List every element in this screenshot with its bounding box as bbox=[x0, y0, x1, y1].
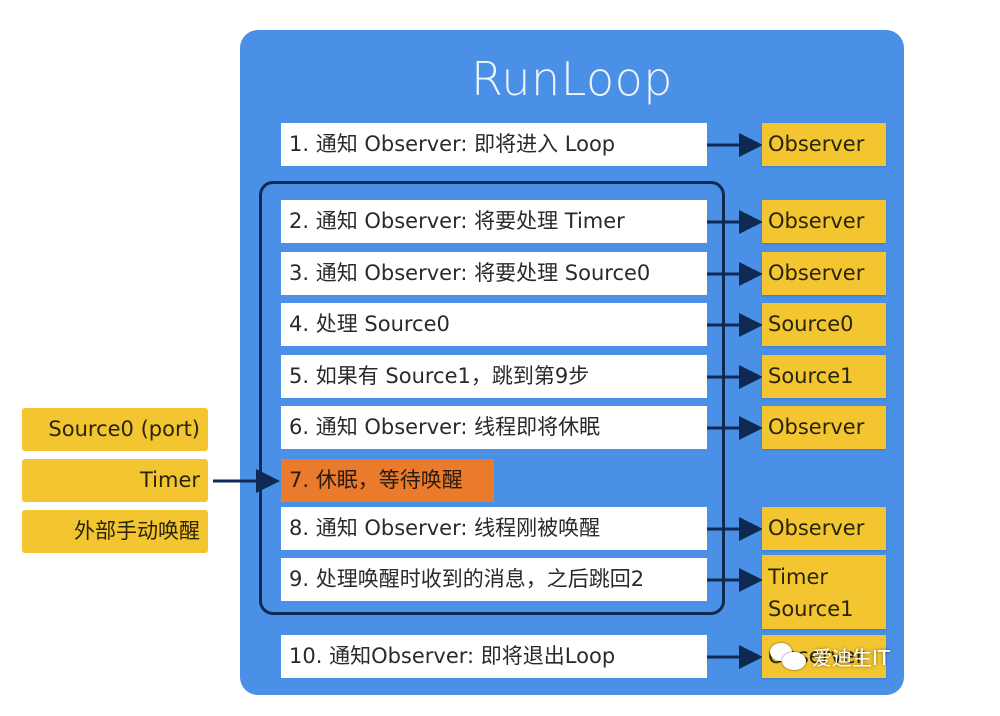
tag-step-9-line-1: Timer bbox=[768, 565, 829, 589]
step-2: 2. 通知 Observer: 将要处理 Timer bbox=[281, 200, 707, 243]
wake-source-port: Source0 (port) bbox=[22, 408, 208, 451]
step-6: 6. 通知 Observer: 线程即将休眠 bbox=[281, 406, 707, 449]
step-1: 1. 通知 Observer: 即将进入 Loop bbox=[281, 123, 707, 166]
step-8: 8. 通知 Observer: 线程刚被唤醒 bbox=[281, 507, 707, 550]
tag-step-6: Observer bbox=[762, 406, 886, 449]
step-4: 4. 处理 Source0 bbox=[281, 303, 707, 346]
tag-step-3: Observer bbox=[762, 252, 886, 295]
step-7-sleep: 7. 休眠，等待唤醒 bbox=[281, 459, 494, 502]
step-9: 9. 处理唤醒时收到的消息，之后跳回2 bbox=[281, 558, 707, 601]
tag-step-9-line-2: Source1 bbox=[768, 597, 854, 621]
step-3: 3. 通知 Observer: 将要处理 Source0 bbox=[281, 252, 707, 295]
step-5: 5. 如果有 Source1，跳到第9步 bbox=[281, 355, 707, 398]
tag-step-1: Observer bbox=[762, 123, 886, 166]
wechat-icon bbox=[770, 642, 808, 671]
tag-step-4: Source0 bbox=[762, 303, 886, 346]
wake-source-manual: 外部手动唤醒 bbox=[22, 510, 208, 553]
tag-step-9: Timer Source1 bbox=[762, 555, 886, 629]
tag-step-2: Observer bbox=[762, 200, 886, 243]
watermark-text: 爱迪生IT bbox=[812, 646, 891, 670]
step-10: 10. 通知Observer: 即将退出Loop bbox=[281, 635, 707, 678]
tag-step-5: Source1 bbox=[762, 355, 886, 398]
wake-source-timer: Timer bbox=[22, 459, 208, 502]
tag-step-8: Observer bbox=[762, 507, 886, 550]
watermark: 爱迪生IT bbox=[770, 642, 890, 671]
